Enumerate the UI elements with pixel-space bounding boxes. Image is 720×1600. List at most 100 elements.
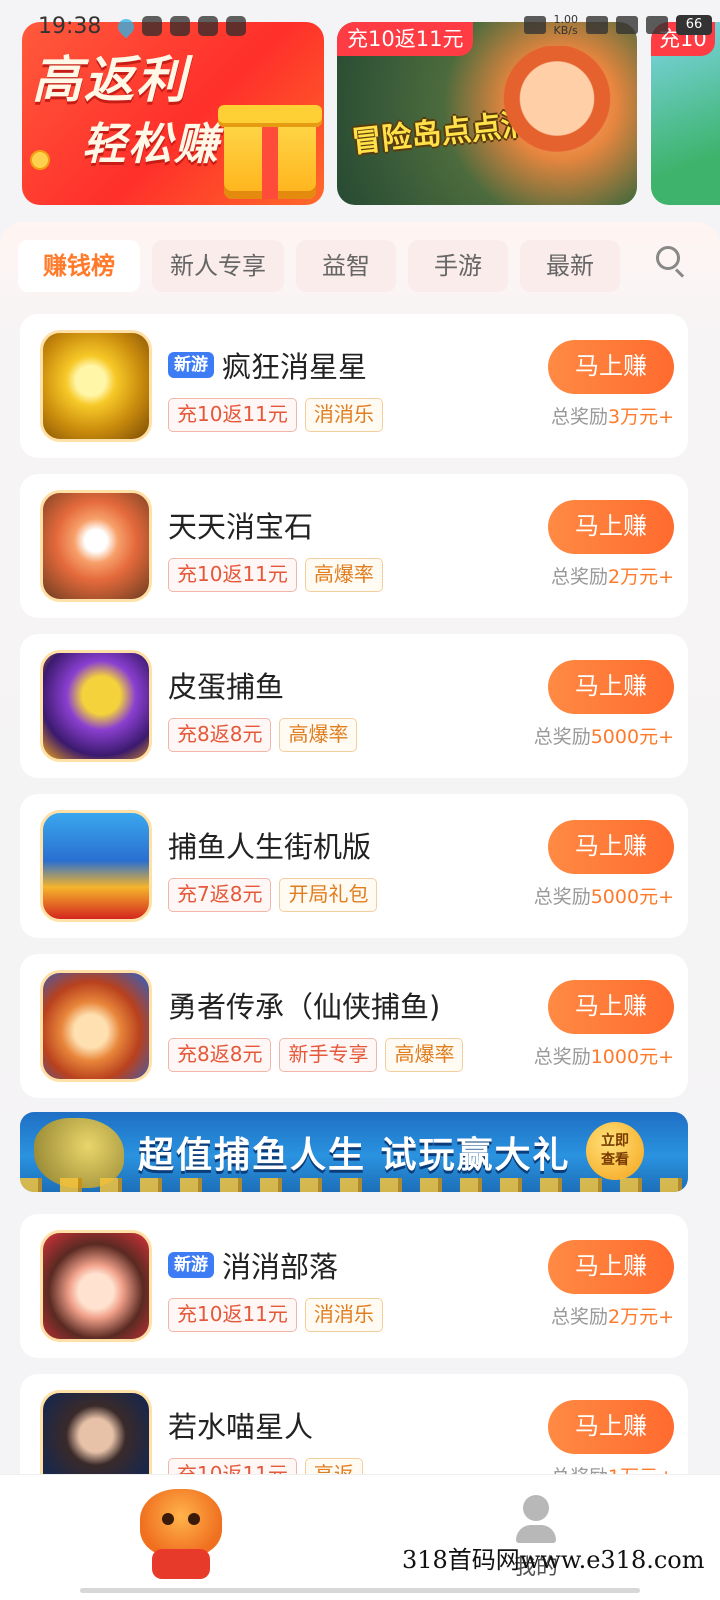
rebate-chip: 充8返8元 — [168, 1038, 272, 1072]
rebate-chip: 充10返11元 — [168, 1298, 297, 1332]
game-icon — [40, 330, 152, 442]
game-list-panel: 赚钱榜 新人专享 益智 手游 最新 新游 疯狂消星星 充10返11元 消消乐 马… — [0, 222, 720, 1522]
total-reward: 总奖励1000元+ — [534, 1042, 674, 1069]
new-game-badge: 新游 — [168, 1252, 214, 1278]
game-title-row: 天天消宝石 — [168, 504, 313, 546]
rebate-chip: 充7返8元 — [168, 878, 272, 912]
coin-icon — [30, 150, 50, 170]
game-card[interactable]: 皮蛋捕鱼 充8返8元 高爆率 马上赚 总奖励5000元+ — [20, 634, 688, 778]
category-tabs: 赚钱榜 新人专享 益智 手游 最新 — [18, 240, 620, 292]
watermark: 318首码网www.e318.com — [402, 1546, 705, 1574]
bottom-nav: 我的 — [0, 1474, 720, 1600]
game-icon — [40, 1230, 152, 1342]
game-tags: 充8返8元 新手专享 高爆率 — [168, 1038, 464, 1072]
game-title-row: 皮蛋捕鱼 — [168, 664, 284, 706]
ad-headline: 超值捕鱼人生 试玩赢大礼 — [138, 1135, 571, 1176]
game-title-row: 若水喵星人 — [168, 1404, 313, 1446]
game-tags: 充10返11元 消消乐 — [168, 1298, 383, 1332]
earn-now-button[interactable]: 马上赚 — [548, 340, 674, 394]
rebate-tag: 充10返11元 — [337, 22, 474, 56]
earn-now-button[interactable]: 马上赚 — [548, 820, 674, 874]
new-game-badge: 新游 — [168, 352, 214, 378]
game-title-row: 勇者传承（仙侠捕鱼) — [168, 984, 440, 1026]
game-icon — [40, 970, 152, 1082]
gesture-bar[interactable] — [80, 1588, 640, 1593]
search-icon[interactable] — [656, 246, 686, 278]
total-reward: 总奖励2万元+ — [551, 1302, 674, 1329]
tab-mobile-games[interactable]: 手游 — [408, 240, 508, 292]
game-card[interactable]: 新游 疯狂消星星 充10返11元 消消乐 马上赚 总奖励3万元+ — [20, 314, 688, 458]
game-card[interactable]: 勇者传承（仙侠捕鱼) 充8返8元 新手专享 高爆率 马上赚 总奖励1000元+ — [20, 954, 688, 1098]
rebate-chip: 充10返11元 — [168, 398, 297, 432]
earn-now-button[interactable]: 马上赚 — [548, 500, 674, 554]
banner-subheadline: 轻松赚 — [82, 119, 220, 170]
gift-box-icon — [218, 105, 322, 199]
rebate-chip: 充10返11元 — [168, 558, 297, 592]
total-reward: 总奖励5000元+ — [534, 722, 674, 749]
tab-latest[interactable]: 最新 — [520, 240, 620, 292]
category-chip: 开局礼包 — [279, 878, 378, 912]
banner-game-promo[interactable]: 充10返11元 冒险岛点点消 — [337, 22, 637, 205]
dragon-mascot-icon — [140, 1489, 222, 1557]
tab-puzzle[interactable]: 益智 — [296, 240, 396, 292]
category-chip: 高爆率 — [279, 718, 358, 752]
view-now-button[interactable]: 立即 查看 — [586, 1122, 644, 1180]
game-name: 若水喵星人 — [168, 1410, 314, 1444]
banner-carousel[interactable]: 高返利 轻松赚 充10返11元 冒险岛点点消 充10 — [0, 22, 720, 207]
game-name: 消消部落 — [222, 1250, 339, 1284]
reward-amount: 5000元+ — [590, 886, 674, 908]
promo-ad-banner[interactable]: 超值捕鱼人生 试玩赢大礼 立即 查看 — [20, 1112, 688, 1192]
game-name: 皮蛋捕鱼 — [168, 670, 285, 704]
category-chip: 高爆率 — [385, 1038, 464, 1072]
game-name: 捕鱼人生街机版 — [168, 830, 372, 864]
banner-headline: 高返利 — [32, 51, 188, 109]
reward-label: 总奖励 — [533, 886, 591, 908]
reward-label: 总奖励 — [533, 726, 591, 748]
game-icon — [40, 810, 152, 922]
game-name: 疯狂消星星 — [222, 350, 368, 384]
coins-decoration — [20, 1178, 688, 1192]
game-card[interactable]: 天天消宝石 充10返11元 高爆率 马上赚 总奖励2万元+ — [20, 474, 688, 618]
earn-now-button[interactable]: 马上赚 — [548, 1400, 674, 1454]
reward-label: 总奖励 — [550, 566, 608, 588]
tab-newcomer[interactable]: 新人专享 — [152, 240, 284, 292]
reward-label: 总奖励 — [550, 406, 608, 428]
user-icon — [523, 1495, 549, 1521]
rebate-chip: 充8返8元 — [168, 718, 272, 752]
category-chip: 高爆率 — [304, 558, 383, 592]
total-reward: 总奖励2万元+ — [551, 562, 674, 589]
total-reward: 总奖励5000元+ — [534, 882, 674, 909]
game-icon — [40, 650, 152, 762]
game-name: 勇者传承（仙侠捕鱼) — [168, 990, 441, 1024]
game-tags: 充10返11元 高爆率 — [168, 558, 383, 592]
game-name: 天天消宝石 — [168, 510, 314, 544]
game-title-row: 新游 消消部落 — [168, 1244, 338, 1286]
reward-amount: 5000元+ — [590, 726, 674, 748]
rebate-tag: 充10 — [651, 22, 715, 56]
game-card[interactable]: 新游 消消部落 充10返11元 消消乐 马上赚 总奖励2万元+ — [20, 1214, 688, 1358]
game-tags: 充10返11元 消消乐 — [168, 398, 383, 432]
total-reward: 总奖励3万元+ — [551, 402, 674, 429]
game-title-row: 新游 疯狂消星星 — [168, 344, 367, 386]
banner-high-rebate[interactable]: 高返利 轻松赚 — [22, 22, 324, 205]
reward-label: 总奖励 — [550, 1306, 608, 1328]
game-tags: 充7返8元 开局礼包 — [168, 878, 378, 912]
reward-amount: 1000元+ — [590, 1046, 674, 1068]
newbie-chip: 新手专享 — [279, 1038, 378, 1072]
game-title-row: 捕鱼人生街机版 — [168, 824, 371, 866]
category-chip: 消消乐 — [304, 1298, 383, 1332]
reward-amount: 2万元+ — [607, 566, 674, 588]
character-illustration — [497, 46, 617, 196]
nav-home-dragon-icon[interactable] — [130, 1483, 230, 1579]
tab-earn-ranking[interactable]: 赚钱榜 — [18, 240, 140, 292]
game-card[interactable]: 捕鱼人生街机版 充7返8元 开局礼包 马上赚 总奖励5000元+ — [20, 794, 688, 938]
reward-amount: 2万元+ — [607, 1306, 674, 1328]
game-icon — [40, 490, 152, 602]
category-chip: 消消乐 — [304, 398, 383, 432]
earn-now-button[interactable]: 马上赚 — [548, 1240, 674, 1294]
dragon-body — [152, 1549, 210, 1579]
earn-now-button[interactable]: 马上赚 — [548, 980, 674, 1034]
reward-label: 总奖励 — [533, 1046, 591, 1068]
earn-now-button[interactable]: 马上赚 — [548, 660, 674, 714]
banner-next-promo[interactable]: 充10 — [651, 22, 720, 205]
